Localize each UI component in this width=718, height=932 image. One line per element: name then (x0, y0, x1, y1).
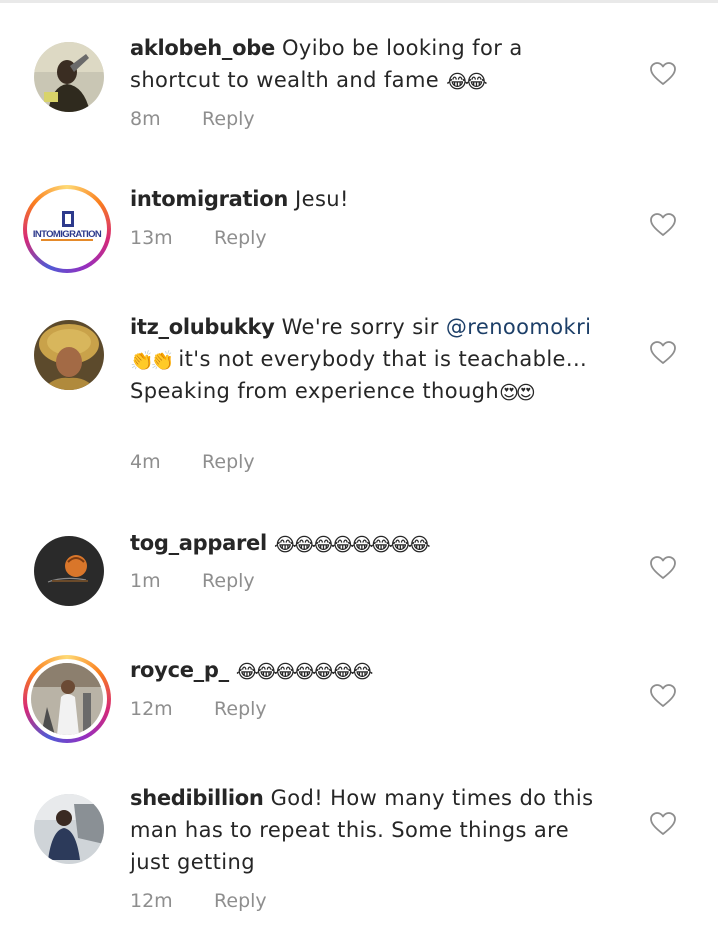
comment-username[interactable]: intomigration (130, 187, 288, 211)
avatar-logo-text: INTOMIGRATION (33, 229, 102, 240)
like-heart-icon[interactable] (650, 556, 676, 580)
comment-meta: 13m Reply (130, 227, 267, 249)
top-divider (0, 0, 718, 3)
like-heart-icon[interactable] (650, 812, 676, 836)
like-heart-icon[interactable] (650, 684, 676, 708)
comment-time: 12m (130, 890, 173, 912)
comment-text: We're sorry sir (281, 315, 439, 339)
comment-emoji: 😂😂😂😂😂😂😂 (235, 661, 373, 683)
reply-button[interactable]: Reply (214, 698, 267, 720)
comment-time: 13m (130, 227, 173, 249)
comment-username[interactable]: royce_p_ (130, 658, 229, 682)
comment-meta: 12m Reply (130, 890, 267, 912)
avatar[interactable] (23, 655, 111, 743)
comment-username[interactable]: tog_apparel (130, 531, 267, 555)
comment-body: aklobeh_obe Oyibo be looking for a short… (130, 32, 600, 96)
like-heart-icon[interactable] (650, 62, 676, 86)
mention-link[interactable]: @renoomokri (446, 315, 591, 339)
reply-button[interactable]: Reply (202, 451, 255, 473)
comment-time: 4m (130, 451, 161, 473)
avatar[interactable] (34, 42, 104, 112)
reply-button[interactable]: Reply (202, 570, 255, 592)
comment-body: itz_olubukky We're sorry sir @renoomokri… (130, 311, 600, 407)
avatar[interactable] (34, 320, 104, 390)
reply-button[interactable]: Reply (202, 108, 255, 130)
comment-body: royce_p_ 😂😂😂😂😂😂😂 (130, 654, 600, 686)
comment-username[interactable]: aklobeh_obe (130, 36, 275, 60)
like-heart-icon[interactable] (650, 341, 676, 365)
comment-body: shedibillion God! How many times do this… (130, 782, 600, 878)
comment-text: Jesu! (295, 187, 349, 211)
avatar[interactable] (34, 536, 104, 606)
reply-button[interactable]: Reply (214, 227, 267, 249)
comment-body: intomigration Jesu! (130, 183, 600, 215)
comment-body: tog_apparel 😂😂😂😂😂😂😂😂 (130, 527, 600, 559)
avatar[interactable]: INTOMIGRATION (23, 185, 111, 273)
comment-meta: 12m Reply (130, 698, 267, 720)
comment-time: 1m (130, 570, 161, 592)
comment-username[interactable]: shedibillion (130, 786, 264, 810)
comment-emoji: 😂😂😂😂😂😂😂😂 (273, 534, 431, 556)
comment-meta: 1m Reply (130, 570, 255, 592)
comment-meta: 4m Reply (130, 451, 255, 473)
comment-time: 12m (130, 698, 173, 720)
avatar[interactable] (34, 794, 104, 864)
comment-emoji: 😍😍 (499, 382, 536, 404)
comment-time: 8m (130, 108, 161, 130)
comment-username[interactable]: itz_olubukky (130, 315, 275, 339)
like-heart-icon[interactable] (650, 213, 676, 237)
comment-emoji: 👏👏 (130, 350, 174, 372)
comment-emoji: 😂😂 (446, 71, 487, 93)
comment-meta: 8m Reply (130, 108, 255, 130)
reply-button[interactable]: Reply (214, 890, 267, 912)
